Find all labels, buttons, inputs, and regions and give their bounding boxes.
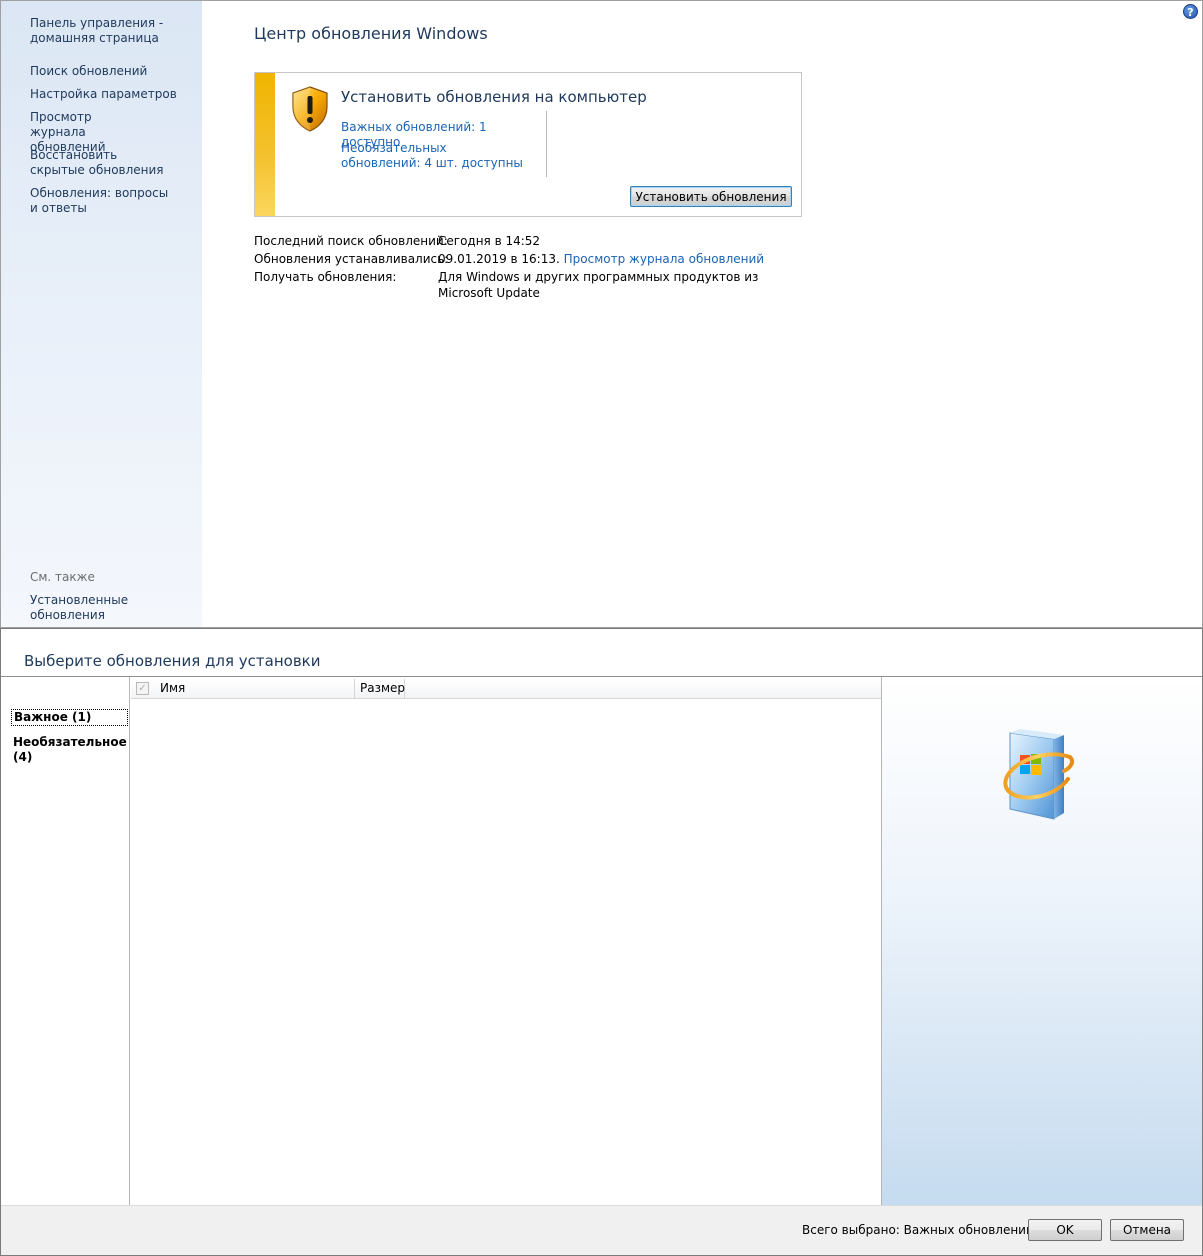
select-updates-dialog: Выберите обновления для установки Важное… bbox=[0, 628, 1203, 1256]
category-pane: Важное (1) Необязательное (4) bbox=[1, 677, 130, 1205]
cancel-button[interactable]: Отмена bbox=[1110, 1219, 1184, 1241]
sidebar-link-control-panel-home[interactable]: Панель управления - домашняя страница bbox=[30, 16, 190, 46]
sidebar-link-restore-hidden[interactable]: Восстановить скрытые обновления bbox=[30, 148, 170, 178]
list-header: ✓ Имя Размер bbox=[131, 679, 881, 699]
page-title: Центр обновления Windows bbox=[254, 24, 488, 43]
panel-divider bbox=[546, 111, 547, 177]
dialog-footer: Всего выбрано: Важных обновлений: 1 OK О… bbox=[1, 1205, 1202, 1255]
warning-shield-icon bbox=[292, 86, 328, 132]
category-important[interactable]: Важное (1) bbox=[11, 709, 128, 726]
sidebar: Панель управления - домашняя страница По… bbox=[1, 1, 202, 627]
ok-button[interactable]: OK bbox=[1028, 1219, 1102, 1241]
help-icon[interactable]: ? bbox=[1183, 4, 1198, 19]
sidebar-link-installed-updates[interactable]: Установленные обновления bbox=[30, 593, 190, 623]
install-updates-button[interactable]: Установить обновления bbox=[630, 186, 792, 207]
column-header-size[interactable]: Размер bbox=[355, 679, 405, 698]
installed-label: Обновления устанавливались: bbox=[254, 252, 449, 266]
windows-update-logo-icon bbox=[1003, 729, 1074, 820]
receive-value: Для Windows и других программных продукт… bbox=[438, 270, 759, 300]
column-header-name[interactable]: Имя bbox=[155, 679, 355, 698]
status-color-strip bbox=[255, 73, 275, 216]
updates-list: ✓ Имя Размер bbox=[131, 677, 882, 1205]
dialog-title: Выберите обновления для установки bbox=[24, 652, 321, 670]
installed-value-wrap: 09.01.2019 в 16:13. Просмотр журнала обн… bbox=[438, 251, 788, 267]
installed-value: 09.01.2019 в 16:13. bbox=[438, 252, 560, 266]
sidebar-link-faq[interactable]: Обновления: вопросы и ответы bbox=[30, 186, 175, 216]
sidebar-link-change-settings[interactable]: Настройка параметров bbox=[30, 87, 190, 102]
last-search-value: Сегодня в 14:52 bbox=[438, 234, 541, 248]
see-also-label: См. также bbox=[30, 570, 95, 584]
optional-updates-link[interactable]: Необязательных обновлений: 4 шт. доступн… bbox=[341, 141, 526, 171]
sidebar-link-check-updates[interactable]: Поиск обновлений bbox=[30, 64, 190, 79]
details-art-pane bbox=[882, 677, 1202, 1205]
select-all-checkbox[interactable]: ✓ bbox=[136, 682, 149, 695]
category-optional[interactable]: Необязательное (4) bbox=[11, 735, 128, 764]
last-search-label: Последний поиск обновлений: bbox=[254, 234, 448, 248]
windows-update-window: Панель управления - домашняя страница По… bbox=[0, 0, 1203, 628]
panel-heading: Установить обновления на компьютер bbox=[341, 88, 647, 106]
view-history-link[interactable]: Просмотр журнала обновлений bbox=[564, 252, 764, 266]
selected-summary: Всего выбрано: Важных обновлений: 1 bbox=[802, 1223, 1050, 1237]
receive-label: Получать обновления: bbox=[254, 270, 397, 284]
update-status-panel: Установить обновления на компьютер Важны… bbox=[254, 72, 802, 217]
